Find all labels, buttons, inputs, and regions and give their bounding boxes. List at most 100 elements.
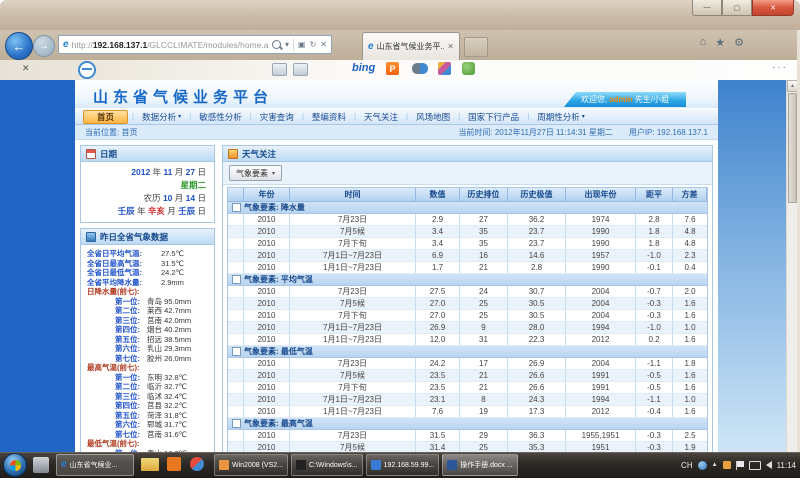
table-row[interactable]: 20101月1日~7月23日7.61917.32012-0.41.6 bbox=[228, 406, 707, 418]
nav-item-label: 灾害查询 bbox=[260, 111, 294, 123]
nav-item-3[interactable]: 敏感性分析 bbox=[191, 111, 250, 123]
web-page: 山东省气候业务平台 欢迎您, admin 先生/小姐 首页|数据分析▾|敏感性分… bbox=[0, 80, 786, 478]
row-checkbox-cell bbox=[228, 310, 244, 322]
nav-item-5[interactable]: 整编资料 bbox=[304, 111, 354, 123]
taskbar-app-icon[interactable] bbox=[167, 457, 181, 471]
table-group-row[interactable]: 气象要素: 最低气温 bbox=[228, 346, 707, 358]
table-row[interactable]: 20107月5候27.02530.52004-0.31.6 bbox=[228, 298, 707, 310]
nav-item-9[interactable]: 周期性分析▾ bbox=[529, 111, 593, 123]
cell: 7.6 bbox=[416, 406, 460, 418]
nav-item-7[interactable]: 风场地图 bbox=[408, 111, 458, 123]
taskbar-task-button[interactable]: Win2008 (VS2... bbox=[214, 454, 288, 476]
nav-item-4[interactable]: 灾害查询 bbox=[252, 111, 302, 123]
search-icon[interactable] bbox=[272, 40, 281, 49]
cell: 25 bbox=[460, 298, 508, 310]
table-group-row[interactable]: 气象要素: 平均气温 bbox=[228, 274, 707, 286]
nav-item-1[interactable]: 首页 bbox=[83, 110, 128, 124]
table-row[interactable]: 20107月23日31.52936.31955,1951-0.32.5 bbox=[228, 430, 707, 442]
toolbar-overflow-icon[interactable]: ··· bbox=[772, 62, 788, 73]
close-button[interactable]: ✕ bbox=[752, 0, 794, 16]
table-row[interactable]: 20101月1日~7月23日1.7212.81990-0.10.4 bbox=[228, 262, 707, 274]
cell: 19 bbox=[460, 406, 508, 418]
plugin-icon[interactable] bbox=[462, 62, 475, 75]
network-icon[interactable] bbox=[749, 461, 761, 470]
refresh-icon[interactable]: ↻ bbox=[310, 40, 317, 49]
search-caret-icon[interactable]: ▾ bbox=[285, 40, 289, 49]
plugin-icon[interactable] bbox=[438, 62, 451, 75]
plugin-circle-icon[interactable] bbox=[78, 61, 96, 79]
card-icon[interactable] bbox=[293, 63, 308, 76]
cell: 1.8 bbox=[636, 238, 673, 250]
url-field[interactable]: e http://192.168.137.1/GLCCLIMATE/module… bbox=[58, 35, 332, 54]
table-row[interactable]: 20107月下旬3.43523.719901.84.8 bbox=[228, 238, 707, 250]
tools-gear-icon[interactable]: ⚙ bbox=[734, 36, 744, 49]
new-tab-button[interactable] bbox=[464, 37, 488, 57]
language-indicator[interactable]: CH bbox=[681, 461, 693, 470]
url-buttons: ▾ ▣ ↻ ✕ bbox=[272, 39, 327, 51]
group-checkbox[interactable] bbox=[232, 275, 241, 284]
table-row[interactable]: 20107月下旬23.52126.61991-0.51.6 bbox=[228, 382, 707, 394]
bing-logo[interactable]: bing bbox=[352, 62, 375, 74]
weather-stat-row: 全省平均降水量:2.9mm bbox=[87, 278, 212, 288]
browser-tab[interactable]: e 山东省气候业务平... ✕ bbox=[362, 32, 460, 60]
action-center-flag-icon[interactable] bbox=[736, 461, 744, 470]
current-time-label: 当前时间: 2012年11月27日 11:14:31 星期二 bbox=[458, 127, 612, 138]
tab-close-icon[interactable]: ✕ bbox=[447, 42, 454, 51]
notification-icon[interactable] bbox=[723, 461, 731, 469]
plugin-icon[interactable] bbox=[412, 63, 428, 74]
table-group-row[interactable]: 气象要素: 降水量 bbox=[228, 202, 707, 214]
group-checkbox-cell bbox=[228, 346, 244, 357]
cell: 2010 bbox=[244, 370, 290, 382]
cell: 2010 bbox=[244, 358, 290, 370]
favorites-star-icon[interactable]: ★ bbox=[715, 36, 725, 49]
calendar-token: 11 bbox=[161, 167, 172, 177]
explorer-folder-icon[interactable] bbox=[141, 458, 159, 471]
table-row[interactable]: 20107月23日2.92736.219742.87.6 bbox=[228, 214, 707, 226]
table-row[interactable]: 20101月1日~7月23日12.03122.320120.21.6 bbox=[228, 334, 707, 346]
home-icon[interactable]: ⌂ bbox=[700, 36, 707, 49]
table-row[interactable]: 20107月1日~7月23日23.1824.31994-1.11.0 bbox=[228, 394, 707, 406]
taskbar-ie-button[interactable]: e 山东省气候业... bbox=[56, 454, 134, 476]
cell: 23.7 bbox=[508, 226, 566, 238]
window-titlebar[interactable] bbox=[0, 0, 800, 30]
plugin-p-icon[interactable]: P bbox=[386, 62, 399, 75]
weather-data-icon bbox=[86, 232, 96, 242]
weather-rank-value: 胶州 26.0mm bbox=[147, 354, 191, 364]
nav-item-6[interactable]: 天气关注 bbox=[356, 111, 406, 123]
weather-rank-label: 第五位: bbox=[115, 411, 147, 421]
group-checkbox[interactable] bbox=[232, 419, 241, 428]
table-row[interactable]: 20107月23日24.21726.92004-1.11.8 bbox=[228, 358, 707, 370]
group-checkbox[interactable] bbox=[232, 203, 241, 212]
taskbar-app-icon[interactable] bbox=[190, 457, 204, 471]
forward-button[interactable]: → bbox=[33, 35, 55, 57]
minimize-button[interactable]: — bbox=[692, 0, 722, 16]
taskbar-clock[interactable]: 11:14 bbox=[777, 461, 796, 470]
stop-icon[interactable]: ✕ bbox=[320, 40, 327, 49]
table-row[interactable]: 20107月23日27.52430.72004-0.72.0 bbox=[228, 286, 707, 298]
table-row[interactable]: 20107月下旬27.02530.52004-0.31.6 bbox=[228, 310, 707, 322]
maximize-button[interactable]: ▢ bbox=[722, 0, 752, 16]
network-globe-icon[interactable] bbox=[698, 461, 707, 470]
cell: -0.3 bbox=[636, 298, 673, 310]
table-row[interactable]: 20107月1日~7月23日6.91614.61957-1.02.3 bbox=[228, 250, 707, 262]
scrollbar-thumb[interactable] bbox=[788, 93, 797, 203]
taskbar-task-button[interactable]: 192.168.59.99... bbox=[366, 454, 440, 476]
taskbar-task-button[interactable]: 操作手册.docx ... bbox=[442, 454, 518, 476]
speaker-icon[interactable] bbox=[766, 461, 772, 469]
start-button[interactable] bbox=[3, 453, 27, 477]
table-row[interactable]: 20107月5候23.52126.61991-0.51.6 bbox=[228, 370, 707, 382]
taskbar-task-button[interactable]: C:\Windows\s... bbox=[291, 454, 363, 476]
group-checkbox[interactable] bbox=[232, 347, 241, 356]
taskbar-tray-app-icon[interactable] bbox=[33, 457, 49, 473]
table-row[interactable]: 20107月1日~7月23日26.9928.01994-1.01.0 bbox=[228, 322, 707, 334]
nav-item-8[interactable]: 国家下行产品 bbox=[460, 111, 527, 123]
card-icon[interactable] bbox=[272, 63, 287, 76]
toolbar-close-icon[interactable]: ✕ bbox=[22, 63, 30, 74]
element-filter-button[interactable]: 气象要素 ▾ bbox=[229, 165, 282, 181]
back-button[interactable]: ← bbox=[5, 32, 33, 60]
table-row[interactable]: 20107月5候3.43523.719901.84.8 bbox=[228, 226, 707, 238]
show-hidden-icons[interactable]: ▲ bbox=[712, 462, 718, 468]
nav-item-2[interactable]: 数据分析▾ bbox=[134, 111, 189, 123]
compatibility-icon[interactable]: ▣ bbox=[298, 40, 306, 49]
table-group-row[interactable]: 气象要素: 最高气温 bbox=[228, 418, 707, 430]
